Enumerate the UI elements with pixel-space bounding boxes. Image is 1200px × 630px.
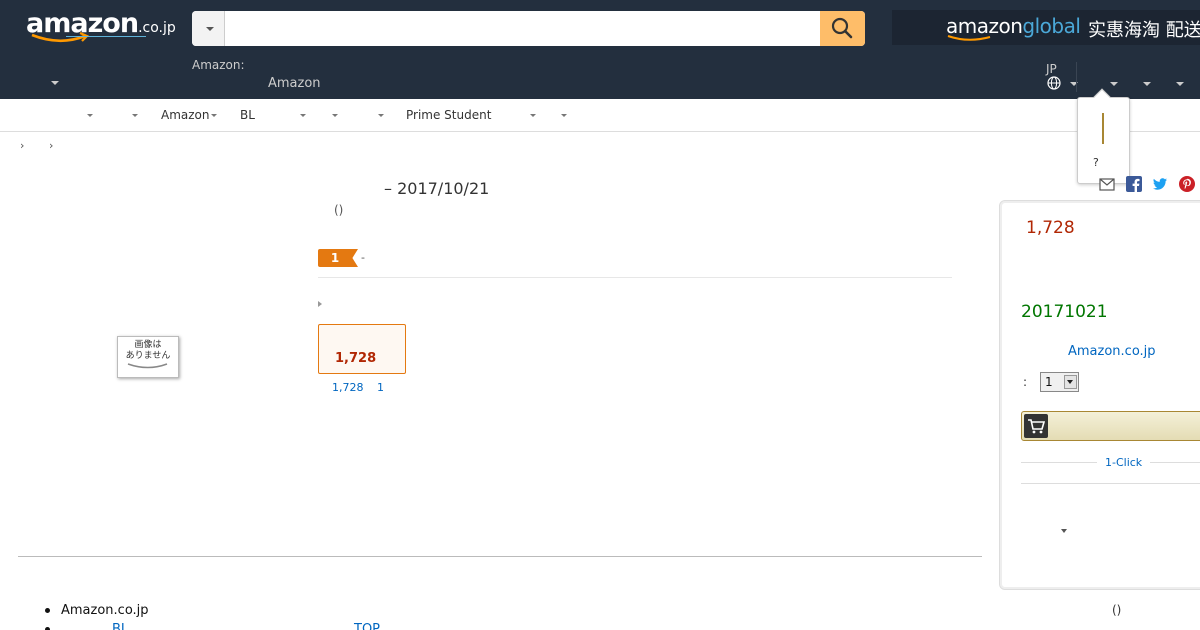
divider xyxy=(1150,462,1200,463)
footer-link-top[interactable]: TOP xyxy=(354,622,380,630)
divider xyxy=(18,556,982,557)
chevron-down-icon[interactable] xyxy=(211,114,217,117)
format-option-selected[interactable]: 1,728 xyxy=(318,324,406,374)
pinterest-icon[interactable] xyxy=(1179,176,1195,192)
chevron-down-icon xyxy=(206,27,214,31)
prime-dropdown-icon[interactable] xyxy=(1176,82,1184,86)
bestseller-badge: 1 xyxy=(318,249,358,267)
account-dropdown-icon[interactable] xyxy=(1110,82,1118,86)
quantity-select[interactable]: 1 xyxy=(1040,372,1079,392)
one-click-link[interactable]: 1-Click xyxy=(1105,456,1142,469)
breadcrumb-separator: › xyxy=(20,139,25,152)
chevron-down-icon[interactable] xyxy=(51,81,59,85)
twitter-icon[interactable] xyxy=(1152,176,1168,192)
language-label[interactable]: JP xyxy=(1046,62,1057,76)
product-title: – 2017/10/21 xyxy=(384,179,490,198)
format-price: 1,728 xyxy=(335,351,377,366)
cart-glyph xyxy=(1028,419,1046,434)
buy-box xyxy=(999,200,1200,590)
popover-question[interactable]: ? xyxy=(1093,156,1099,169)
chevron-down-icon[interactable] xyxy=(1061,529,1067,533)
footer-paren: () xyxy=(1112,603,1122,617)
subnav-item-prime-student[interactable]: Prime Student xyxy=(406,108,491,122)
chevron-down-icon[interactable] xyxy=(530,114,536,117)
search-category-dropdown[interactable] xyxy=(192,11,225,46)
logo-suffix: .co.jp xyxy=(138,20,176,36)
sub-navigation: Amazon BL Prime Student xyxy=(0,99,1200,132)
search-input[interactable] xyxy=(226,11,820,46)
logo-underline xyxy=(66,36,146,37)
email-icon[interactable] xyxy=(1099,176,1115,192)
chevron-down-icon[interactable] xyxy=(132,114,138,117)
buybox-delivery-date: 20171021 xyxy=(1021,302,1108,322)
quantity-label: : xyxy=(1023,375,1028,389)
global-smile-icon xyxy=(947,35,991,41)
footer-link-bl[interactable]: BL xyxy=(112,622,128,630)
add-to-cart-button[interactable] xyxy=(1021,411,1200,441)
format-other-price-link[interactable]: 1,728 xyxy=(332,381,364,394)
popover-button[interactable] xyxy=(1102,113,1104,144)
quantity-value: 1 xyxy=(1045,375,1053,389)
no-image-text: 画像は ありません xyxy=(125,340,171,361)
format-other-count-link[interactable]: 1 xyxy=(377,381,384,394)
chevron-down-icon[interactable] xyxy=(378,114,384,117)
search-icon xyxy=(831,17,853,39)
subnav-item-bl[interactable]: BL xyxy=(240,108,255,122)
divider xyxy=(318,277,952,278)
buybox-price: 1,728 xyxy=(1026,218,1075,238)
footer-item-amazon[interactable]: Amazon.co.jp xyxy=(61,603,149,618)
smile-icon xyxy=(127,363,168,369)
breadcrumb-separator: › xyxy=(49,139,54,152)
orders-dropdown-icon[interactable] xyxy=(1143,82,1151,86)
global-promo-text: 实惠海淘 配送 xyxy=(1088,20,1200,41)
search-bar xyxy=(192,11,865,46)
search-button[interactable] xyxy=(820,11,865,46)
no-image-placeholder: 画像は ありません xyxy=(117,336,179,378)
chevron-down-icon[interactable] xyxy=(300,114,306,117)
list-bullet xyxy=(45,608,50,613)
delivery-sublabel[interactable]: Amazon xyxy=(268,76,321,91)
facebook-icon[interactable] xyxy=(1126,176,1142,192)
divider xyxy=(1021,462,1097,463)
delivery-label[interactable]: Amazon: xyxy=(192,58,245,72)
expand-triangle-icon[interactable] xyxy=(318,301,322,307)
product-byline: () xyxy=(334,203,344,217)
buybox-seller-link[interactable]: Amazon.co.jp xyxy=(1068,344,1156,359)
cart-icon xyxy=(1024,414,1048,438)
divider xyxy=(1021,483,1200,484)
quantity-dropdown-button[interactable] xyxy=(1064,375,1077,389)
nav-separator xyxy=(1076,62,1077,92)
chevron-down-icon xyxy=(1067,380,1073,384)
amazon-logo[interactable]: amazon.co.jp xyxy=(26,8,176,43)
subnav-item-amazon[interactable]: Amazon xyxy=(161,108,210,122)
smile-icon xyxy=(31,32,89,43)
badge-category[interactable]: - xyxy=(361,251,365,264)
globe-icon[interactable] xyxy=(1047,76,1061,90)
chevron-down-icon[interactable] xyxy=(87,114,93,117)
chevron-down-icon[interactable] xyxy=(561,114,567,117)
global-logo-part2: global xyxy=(1022,14,1081,38)
chevron-down-icon[interactable] xyxy=(332,114,338,117)
